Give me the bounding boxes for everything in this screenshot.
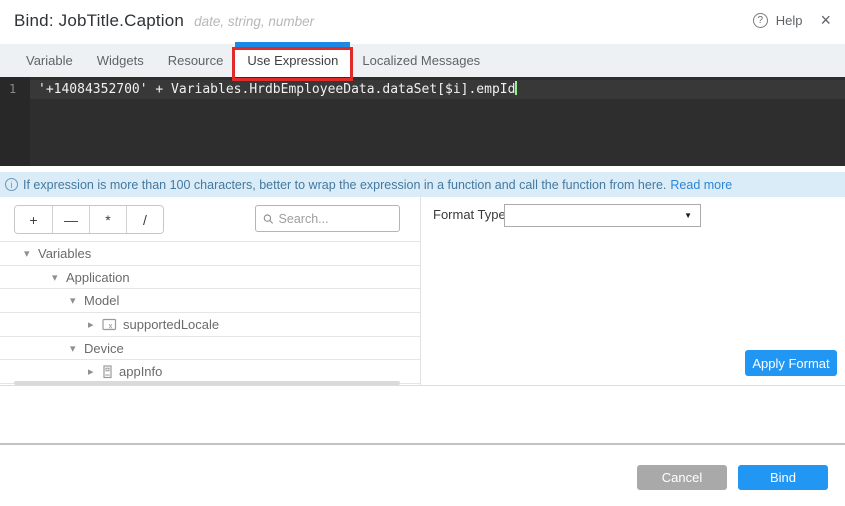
tree-item-supportedlocale[interactable]: ▸ x supportedLocale [0,313,420,337]
info-bar: i If expression is more than 100 charact… [0,172,845,197]
caret-down-icon[interactable]: ▾ [70,294,84,307]
format-type-label: Format Type [433,207,506,222]
tab-bar: VariableWidgetsResourceUse ExpressionLoc… [0,44,845,77]
read-more-link[interactable]: Read more [670,178,732,192]
page-title: Bind: JobTitle.Caption [14,11,184,31]
caret-right-icon[interactable]: ▸ [88,365,102,378]
info-icon: i [5,178,18,191]
close-icon[interactable]: × [820,12,831,28]
chevron-down-icon: ▼ [684,211,692,220]
tree-item-label: Model [84,293,119,308]
tree-item-label: Device [84,341,124,356]
line-number: 1 [9,80,16,99]
main-area: +—*/ ▾Variables▾Application▾Model▸xsuppo… [0,197,845,386]
expression-text: '+14084352700' + Variables.HrdbEmployeeD… [38,82,515,97]
caret-right-icon[interactable]: ▸ [88,318,102,331]
multiply-operator-button[interactable]: * [89,206,126,233]
horizontal-scrollbar[interactable] [14,381,400,385]
info-text: If expression is more than 100 character… [23,178,666,192]
expression-code-editor[interactable]: 1 '+14084352700' + Variables.HrdbEmploye… [0,77,845,166]
search-icon [263,213,274,225]
tab-variable[interactable]: Variable [14,44,85,77]
caret-down-icon[interactable]: ▾ [24,247,38,260]
tree-item-label: Variables [38,246,91,261]
variable-tree: ▾Variables▾Application▾Model▸xsupportedL… [0,241,420,384]
tree-item-application[interactable]: ▾Application [0,266,420,290]
divide-operator-button[interactable]: / [126,206,163,233]
text-cursor [515,81,517,95]
minus-operator-button[interactable]: — [52,206,89,233]
tree-item-model[interactable]: ▾Model [0,289,420,313]
search-input[interactable] [279,212,392,226]
cancel-button[interactable]: Cancel [637,465,727,490]
operator-button-group: +—*/ [14,205,164,234]
svg-text:x: x [109,321,113,330]
tree-item-label: appInfo [119,364,162,379]
dialog-header: Bind: JobTitle.Caption date, string, num… [0,0,845,44]
search-box[interactable] [255,205,400,232]
title-row: Bind: JobTitle.Caption date, string, num… [14,11,314,31]
tree-item-variables[interactable]: ▾Variables [0,242,420,266]
tab-resource[interactable]: Resource [156,44,236,77]
code-line[interactable]: '+14084352700' + Variables.HrdbEmployeeD… [30,80,845,99]
tab-widgets[interactable]: Widgets [85,44,156,77]
plus-operator-button[interactable]: + [15,206,52,233]
format-panel: Format Type ▼ Apply Format [421,197,845,386]
tab-localized-messages[interactable]: Localized Messages [350,44,492,77]
footer-divider [0,443,845,445]
help-button[interactable]: Help [776,13,803,28]
bind-type-hint: date, string, number [194,14,314,29]
object-icon [102,365,113,379]
caret-down-icon[interactable]: ▾ [70,342,84,355]
format-type-dropdown[interactable]: ▼ [504,204,701,227]
tree-item-label: supportedLocale [123,317,219,332]
help-icon[interactable]: ? [753,13,768,28]
caret-down-icon[interactable]: ▾ [52,271,66,284]
apply-format-button[interactable]: Apply Format [745,350,837,376]
variable-tree-panel: +—*/ ▾Variables▾Application▾Model▸xsuppo… [0,197,421,386]
bind-button[interactable]: Bind [738,465,828,490]
array-icon: x [102,318,117,331]
tab-use-expression[interactable]: Use Expression [235,44,350,77]
tree-item-label: Application [66,270,130,285]
tree-item-device[interactable]: ▾Device [0,337,420,361]
